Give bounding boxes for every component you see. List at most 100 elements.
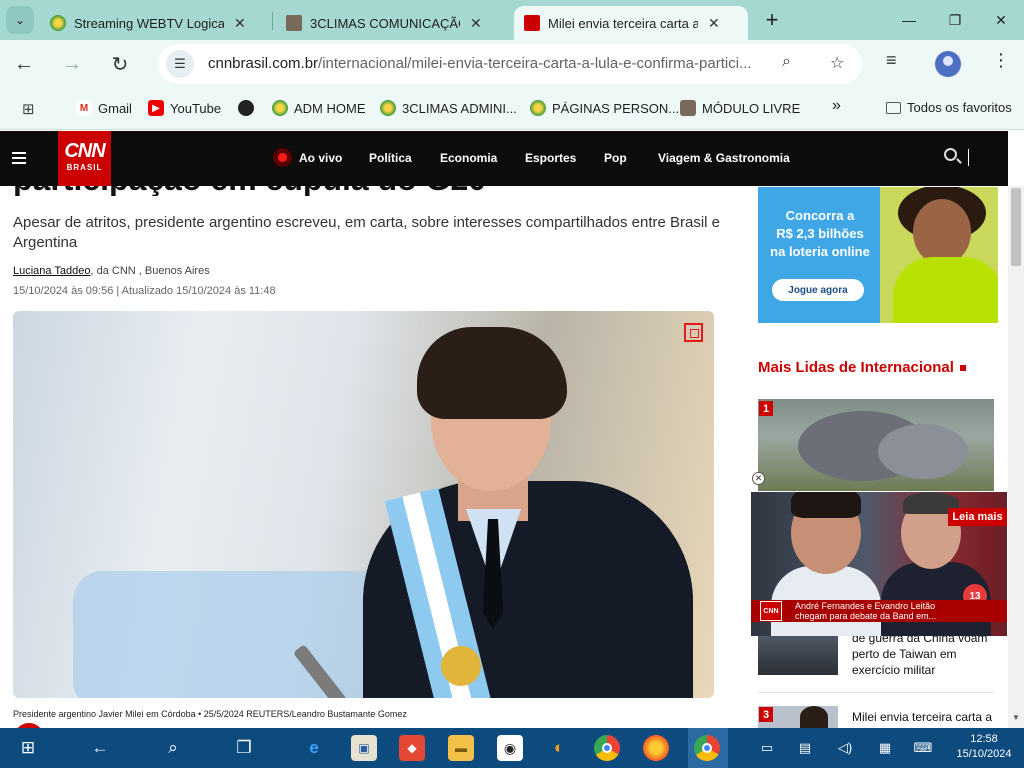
search-taskbar-button[interactable]: ⌕	[160, 735, 186, 761]
chrome-icon	[702, 743, 712, 753]
nav-ao-vivo[interactable]: Ao vivo	[299, 151, 342, 165]
zoom-icon[interactable]: ⌕	[782, 53, 791, 71]
tab-search-button[interactable]: ⌄	[6, 6, 34, 34]
gmail-icon: M	[76, 100, 92, 116]
nav-economia[interactable]: Economia	[440, 151, 497, 165]
bookmark-gmail[interactable]: M Gmail	[76, 100, 132, 116]
bookmark-modulo-livre[interactable]: MÓDULO LIVRE	[680, 100, 800, 116]
task-view-icon: ❐	[236, 738, 252, 757]
anydesk-app[interactable]: ◆	[399, 735, 425, 761]
new-tab-button[interactable]: +	[758, 6, 786, 34]
menu-icon[interactable]	[12, 152, 26, 164]
chrome-icon	[602, 743, 612, 753]
nav-viagem-gastronomia[interactable]: Viagem & Gastronomia	[658, 151, 790, 165]
tray-network[interactable]: ▤	[792, 735, 818, 761]
close-icon[interactable]: ✕	[234, 15, 246, 32]
close-video-button[interactable]: ✕	[752, 472, 765, 485]
bookmark-paginas[interactable]: PÁGINAS PERSON...	[530, 100, 679, 116]
close-window-button[interactable]: ✕	[978, 0, 1024, 40]
most-read-title: Mais Lidas de Internacional	[758, 359, 966, 376]
address-bar[interactable]: ☰ cnnbrasil.com.br/internacional/milei-e…	[158, 44, 862, 84]
bookmark-3climas-admin[interactable]: 3CLIMAS ADMINI...	[380, 100, 517, 116]
square-icon	[959, 365, 966, 372]
forward-button[interactable]: →	[58, 50, 86, 78]
nav-pop[interactable]: Pop	[604, 151, 627, 165]
cnn-brasil-logo[interactable]: CNN BRASIL	[58, 131, 111, 186]
tray-volume[interactable]: ◁)	[832, 735, 858, 761]
chrome-app[interactable]	[594, 735, 620, 761]
close-icon[interactable]: ✕	[470, 15, 482, 32]
scrollbar-thumb[interactable]	[1011, 188, 1021, 266]
app-icon[interactable]: ◐	[546, 735, 572, 761]
folder-icon: ▬	[455, 741, 467, 755]
close-icon: ✕	[995, 11, 1007, 28]
tray-battery[interactable]: ▭	[754, 735, 780, 761]
author-link[interactable]: Luciana Taddeo	[13, 265, 90, 277]
fullscreen-icon[interactable]	[684, 323, 703, 342]
media-control-icon[interactable]: ≡	[886, 50, 897, 71]
tab-streaming[interactable]: Streaming WEBTV LogicaHo ✕	[40, 6, 256, 40]
read-more-button[interactable]: Leia mais	[948, 508, 1007, 526]
github-icon	[238, 100, 254, 116]
url-text[interactable]: cnnbrasil.com.br/internacional/milei-env…	[208, 55, 768, 72]
globe-favicon-icon	[272, 100, 288, 116]
paint-app[interactable]: ▣	[351, 735, 377, 761]
camera-app[interactable]: ◉	[497, 735, 523, 761]
search-icon: ⌕	[168, 738, 178, 757]
lottery-ad-banner[interactable]: Concorra a R$ 2,3 bilhões na loteria onl…	[758, 187, 998, 323]
chrome-app-active[interactable]	[694, 735, 720, 761]
keyboard-icon: ⌨	[913, 740, 933, 755]
anydesk-icon: ◆	[407, 741, 417, 755]
most-read-1-image[interactable]	[758, 399, 994, 491]
back-taskbar-button[interactable]: ←	[87, 735, 113, 761]
minimize-icon: —	[902, 12, 916, 28]
most-read-3-title[interactable]: Milei envia terceira carta a	[852, 710, 1002, 724]
site-header: CNN BRASIL Ao vivo Política Economia Esp…	[0, 131, 1008, 186]
taskbar-clock[interactable]: 12:58 15/10/2024	[950, 732, 1018, 762]
start-button[interactable]: ⊞	[15, 735, 41, 761]
all-bookmarks-button[interactable]: Todos os favoritos	[886, 100, 1012, 115]
nav-politica[interactable]: Política	[369, 151, 412, 165]
edge-app[interactable]: e	[301, 735, 327, 761]
firefox-app[interactable]	[643, 735, 669, 761]
ad-cta-button[interactable]: Jogue agora	[772, 279, 864, 301]
tray-keyboard[interactable]: ⌨	[910, 735, 936, 761]
cnn-logo-icon: CNN	[760, 601, 782, 621]
video-person-1-hair	[791, 492, 861, 518]
apps-button[interactable]: ⊞	[22, 100, 35, 118]
profile-avatar[interactable]	[935, 51, 961, 77]
bookmarks-bar: ⊞ M Gmail ▶ YouTube ADM HOME 3CLIMAS ADM…	[0, 88, 1024, 130]
bookmarks-overflow-button[interactable]: »	[832, 97, 841, 115]
tab-strip: ⌄ Streaming WEBTV LogicaHo ✕ 3CLIMAS COM…	[0, 0, 1024, 40]
bookmark-github[interactable]	[238, 100, 260, 116]
close-icon[interactable]: ✕	[708, 15, 720, 32]
tray-notifications[interactable]: ▦	[872, 735, 898, 761]
article-dates: 15/10/2024 às 09:56 | Atualizado 15/10/2…	[13, 285, 276, 297]
bookmark-star-icon[interactable]: ☆	[830, 53, 844, 73]
search-icon[interactable]	[944, 148, 957, 161]
photo-smoke	[878, 424, 968, 479]
scroll-down-arrow-icon[interactable]: ▼	[1012, 713, 1020, 722]
restore-button[interactable]: ❐	[932, 0, 978, 40]
tune-icon: ☰	[174, 56, 186, 71]
task-view-button[interactable]: ❐	[231, 735, 257, 761]
bookmark-adm-home[interactable]: ADM HOME	[272, 100, 366, 116]
site-info-button[interactable]: ☰	[166, 50, 194, 78]
most-read-2-title[interactable]: de guerra da China voam perto de Taiwan …	[852, 630, 1002, 678]
folder-icon	[886, 101, 901, 114]
nav-esportes[interactable]: Esportes	[525, 151, 576, 165]
reload-button[interactable]: ↻	[106, 50, 134, 78]
clapper-favicon-icon	[680, 100, 696, 116]
tab-cnn-article[interactable]: Milei envia terceira carta a Lu ✕	[514, 6, 748, 40]
back-button[interactable]: ←	[10, 50, 38, 78]
live-dot-icon	[273, 148, 292, 167]
edge-icon: e	[309, 738, 319, 757]
tab-3climas[interactable]: 3CLIMAS COMUNICAÇÃO CI ✕	[276, 6, 492, 40]
bookmark-youtube[interactable]: ▶ YouTube	[148, 100, 221, 116]
minimize-button[interactable]: —	[886, 0, 932, 40]
more-menu-icon[interactable]: ⋮	[992, 50, 1010, 71]
windows-logo-icon: ⊞	[20, 738, 36, 757]
file-explorer-app[interactable]: ▬	[448, 735, 474, 761]
page-scrollbar[interactable]: ▼	[1008, 186, 1024, 728]
article-photo	[13, 311, 714, 698]
